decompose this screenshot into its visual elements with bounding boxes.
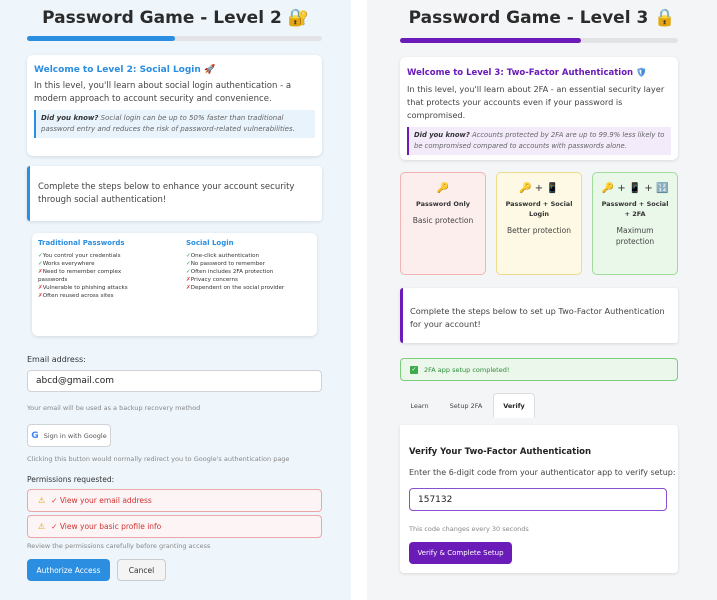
level-2-title: Password Game - Level 2 🔐: [42, 8, 309, 28]
comparison-item: ✓You control your credentials: [38, 253, 121, 259]
email-label: Email address:: [27, 355, 86, 364]
authorize-button[interactable]: Authorize Access: [27, 559, 110, 581]
comparison-item: ✗Need to remember complex: [38, 269, 122, 275]
level-card-password-only: 🔑 Password Only Basic protection: [400, 172, 486, 275]
welcome-card: Welcome to Level 2: Social Login 🚀 In th…: [27, 55, 322, 156]
verify-card: Verify Your Two-Factor Authentication En…: [400, 425, 678, 573]
welcome-card: Welcome to Level 3: Two-Factor Authentic…: [400, 57, 678, 160]
permission-email: ⚠ ✓ View your email address: [27, 489, 322, 512]
google-icon: G: [31, 430, 39, 441]
warning-icon: ⚠: [38, 496, 46, 505]
verify-title: Verify Your Two-Factor Authentication: [409, 447, 591, 457]
welcome-title: Welcome to Level 2: Social Login 🚀: [34, 65, 216, 75]
google-signin-button[interactable]: G Sign in with Google: [27, 424, 111, 447]
comparison-item: passwords: [38, 277, 68, 283]
google-note: Clicking this button would normally redi…: [27, 455, 290, 463]
key-phone-numbers-icon: 🔑 + 📱 + 🔢: [601, 183, 669, 194]
instructions-text: Complete the steps below to set up Two-F…: [410, 306, 665, 329]
warning-icon: ⚠: [38, 522, 46, 531]
level-3-title: Password Game - Level 3 🔒: [408, 8, 676, 28]
comparison-item: ✓No password to remember: [186, 261, 266, 267]
success-alert: ✓ 2FA app setup completed!: [400, 358, 678, 381]
rocket-icon: 🚀: [203, 65, 216, 75]
comparison-item: ✓One-click authentication: [186, 253, 260, 259]
instructions-card: Complete the steps below to enhance your…: [27, 166, 322, 221]
welcome-body: In this level, you'll learn about social…: [34, 81, 292, 104]
instructions-text: Complete the steps below to enhance your…: [38, 182, 295, 205]
level-3-panel: Password Game - Level 3 🔒 Welcome to Lev…: [367, 0, 717, 600]
permissions-note: Review the permissions carefully before …: [27, 542, 211, 550]
social-column: Social Login ✓One-click authentication ✓N…: [186, 239, 311, 292]
lock-icon: 🔐: [287, 8, 309, 28]
level-card-password-social-2fa: 🔑 + 📱 + 🔢 Password + Social + 2FA Maximu…: [592, 172, 678, 275]
permission-profile: ⚠ ✓ View your basic profile info: [27, 515, 322, 538]
lock-icon: 🔒: [654, 8, 676, 28]
comparison-item: ✗Dependent on the social provider: [186, 285, 285, 291]
comparison-item: ✗Vulnerable to phishing attacks: [38, 285, 128, 291]
shield-icon: 🛡: [636, 68, 647, 78]
level-card-password-social: 🔑 + 📱 Password + Social Login Better pro…: [496, 172, 582, 275]
comparison-item: ✗Privacy concerns: [186, 277, 238, 283]
permissions-label: Permissions requested:: [27, 475, 115, 484]
welcome-body: In this level, you'll learn about 2FA - …: [407, 84, 665, 120]
comparison-item: ✓Often includes 2FA protection: [186, 269, 274, 275]
verify-complete-button[interactable]: Verify & Complete Setup: [409, 542, 512, 564]
verification-code-input[interactable]: 157132: [409, 488, 667, 511]
welcome-title: Welcome to Level 3: Two-Factor Authentic…: [407, 68, 647, 78]
progress-fill: [27, 36, 175, 41]
progress-fill: [400, 38, 581, 43]
comparison-card: Traditional Passwords ✓You control your …: [32, 233, 317, 336]
level-3-progress-bar: [400, 38, 678, 43]
traditional-title: Traditional Passwords: [38, 239, 125, 247]
social-list: ✓One-click authentication ✓No password to…: [186, 252, 311, 292]
social-title: Social Login: [186, 239, 234, 247]
level-2-progress-bar: [27, 36, 322, 41]
tab-setup-2fa[interactable]: Setup 2FA: [439, 393, 493, 418]
tab-verify[interactable]: Verify: [493, 393, 535, 418]
did-you-know: Did you know? Social login can be up to …: [34, 110, 315, 138]
cancel-button[interactable]: Cancel: [117, 559, 166, 581]
email-note: Your email will be used as a backup reco…: [27, 404, 201, 412]
traditional-list: ✓You control your credentials ✓Works ever…: [38, 252, 178, 300]
comparison-item: ✓Works everywhere: [38, 261, 95, 267]
did-you-know: Did you know? Accounts protected by 2FA …: [407, 127, 671, 155]
traditional-column: Traditional Passwords ✓You control your …: [38, 239, 178, 300]
comparison-item: ✗Often reused across sites: [38, 293, 114, 299]
email-input[interactable]: abcd@gmail.com: [27, 370, 322, 392]
checkbox-icon: ✓: [410, 365, 418, 374]
level-2-panel: Password Game - Level 2 🔐 Welcome to Lev…: [0, 0, 351, 600]
verify-description: Enter the 6-digit code from your authent…: [409, 468, 676, 477]
code-note: This code changes every 30 seconds: [409, 525, 529, 533]
instructions-card: Complete the steps below to set up Two-F…: [400, 288, 678, 343]
key-phone-icon: 🔑 + 📱: [519, 183, 559, 194]
key-icon: 🔑: [436, 183, 450, 194]
tab-learn[interactable]: Learn: [400, 393, 439, 418]
